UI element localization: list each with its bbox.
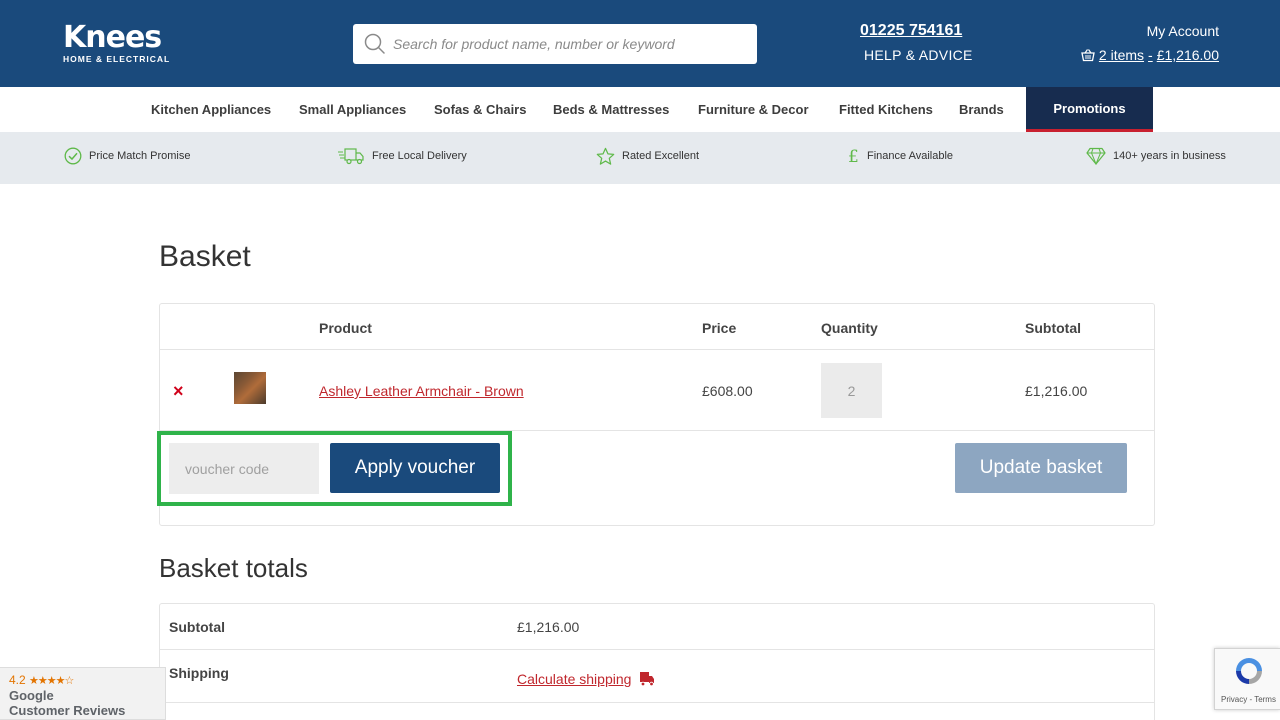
usp-label: Free Local Delivery [372, 150, 467, 162]
basket-icon[interactable] [1081, 48, 1095, 62]
site-logo[interactable]: Knees HOME & ELECTRICAL [63, 20, 171, 65]
nav-item-beds-mattresses[interactable]: Beds & Mattresses [553, 87, 669, 132]
totals-shipping-label: Shipping [169, 665, 229, 681]
usp-free-delivery[interactable]: Free Local Delivery [338, 146, 467, 166]
voucher-code-input[interactable] [169, 443, 319, 494]
usp-label: Price Match Promise [89, 150, 191, 162]
delivery-truck-icon[interactable] [639, 671, 655, 687]
star-icon [596, 147, 615, 165]
row-divider [160, 649, 1154, 650]
reviews-rating: 4.2 [9, 673, 26, 687]
usp-label: Finance Available [867, 150, 954, 162]
recaptcha-terms[interactable]: Privacy - Terms [1221, 695, 1276, 704]
totals-subtotal-label: Subtotal [169, 619, 225, 635]
apply-voucher-button[interactable]: Apply voucher [330, 443, 500, 493]
basket-table: Product Price Quantity Subtotal × Ashley… [157, 303, 1155, 526]
pound-icon: £ [848, 147, 859, 165]
basket-totals-table: Subtotal £1,216.00 Shipping Calculate sh… [159, 603, 1155, 720]
row-divider [160, 702, 1154, 703]
basket-totals-title: Basket totals [159, 553, 308, 583]
recaptcha-badge[interactable]: Privacy - Terms [1214, 648, 1280, 710]
logo-tagline: HOME & ELECTRICAL [63, 54, 171, 64]
nav-item-furniture-decor[interactable]: Furniture & Decor [698, 87, 809, 132]
google-label: Google [9, 688, 54, 703]
basket-items-link[interactable]: 2 items [1099, 47, 1144, 63]
calculate-shipping-label[interactable]: Calculate shipping [517, 671, 631, 687]
item-price: £608.00 [702, 383, 753, 399]
usp-label: 140+ years in business [1113, 150, 1226, 162]
google-reviews-badge[interactable]: 4.2 ★★★★☆ Google Customer Reviews [0, 667, 166, 720]
svg-text:£: £ [848, 147, 859, 165]
item-subtotal: £1,216.00 [1025, 383, 1088, 399]
nav-item-brands[interactable]: Brands [959, 87, 1004, 132]
usp-price-match[interactable]: Price Match Promise [64, 146, 190, 166]
product-name-link[interactable]: Ashley Leather Armchair - Brown [319, 383, 524, 399]
column-header-quantity: Quantity [821, 320, 878, 336]
page-title: Basket [159, 240, 251, 273]
usp-finance[interactable]: £ Finance Available [848, 146, 953, 166]
reviews-rating-line: 4.2 ★★★★☆ [9, 673, 156, 688]
quantity-input[interactable] [821, 363, 882, 418]
row-divider [160, 349, 1154, 350]
main-navigation: Kitchen Appliances Small Appliances Sofa… [0, 87, 1280, 132]
phone-number-link[interactable]: 01225 754161 [860, 22, 962, 40]
logo-wordmark: Knees [63, 20, 162, 55]
remove-item-icon[interactable]: × [173, 382, 184, 400]
nav-item-kitchen-appliances[interactable]: Kitchen Appliances [151, 87, 271, 132]
my-account-link[interactable]: My Account [1147, 23, 1219, 39]
diamond-icon [1086, 147, 1106, 165]
nav-item-fitted-kitchens[interactable]: Fitted Kitchens [839, 87, 933, 132]
nav-item-sofas-chairs[interactable]: Sofas & Chairs [434, 87, 526, 132]
basket-total-link[interactable]: £1,216.00 [1157, 47, 1219, 63]
search-icon[interactable] [364, 33, 386, 55]
usp-label: Rated Excellent [622, 150, 700, 162]
customer-reviews-label: Customer Reviews [9, 703, 126, 718]
calculate-shipping-link[interactable]: Calculate shipping [517, 671, 655, 687]
usp-rated-excellent[interactable]: Rated Excellent [596, 146, 699, 166]
search-bar[interactable] [353, 24, 757, 64]
basket-separator[interactable]: - [1148, 47, 1153, 63]
site-header: Knees HOME & ELECTRICAL 01225 754161 HEL… [0, 0, 1280, 87]
column-header-price: Price [702, 320, 737, 336]
recaptcha-icon [1236, 658, 1262, 684]
help-advice-link[interactable]: HELP & ADVICE [864, 47, 973, 63]
usp-bar: Price Match Promise Free Local Delivery … [0, 132, 1280, 184]
totals-subtotal-value: £1,216.00 [517, 619, 580, 635]
usp-years-business[interactable]: 140+ years in business [1086, 146, 1226, 166]
nav-item-small-appliances[interactable]: Small Appliances [299, 87, 406, 132]
product-thumbnail[interactable] [234, 372, 266, 404]
update-basket-button[interactable]: Update basket [955, 443, 1127, 493]
column-header-subtotal: Subtotal [1025, 320, 1081, 336]
basket-summary[interactable]: 2 items - £1,216.00 [1081, 47, 1219, 63]
column-header-product: Product [319, 320, 372, 336]
check-circle-icon [64, 147, 82, 165]
nav-item-promotions[interactable]: Promotions [1026, 87, 1153, 132]
search-input[interactable] [393, 24, 748, 64]
truck-icon [338, 148, 364, 165]
rating-stars-icon: ★★★★☆ [29, 675, 74, 687]
